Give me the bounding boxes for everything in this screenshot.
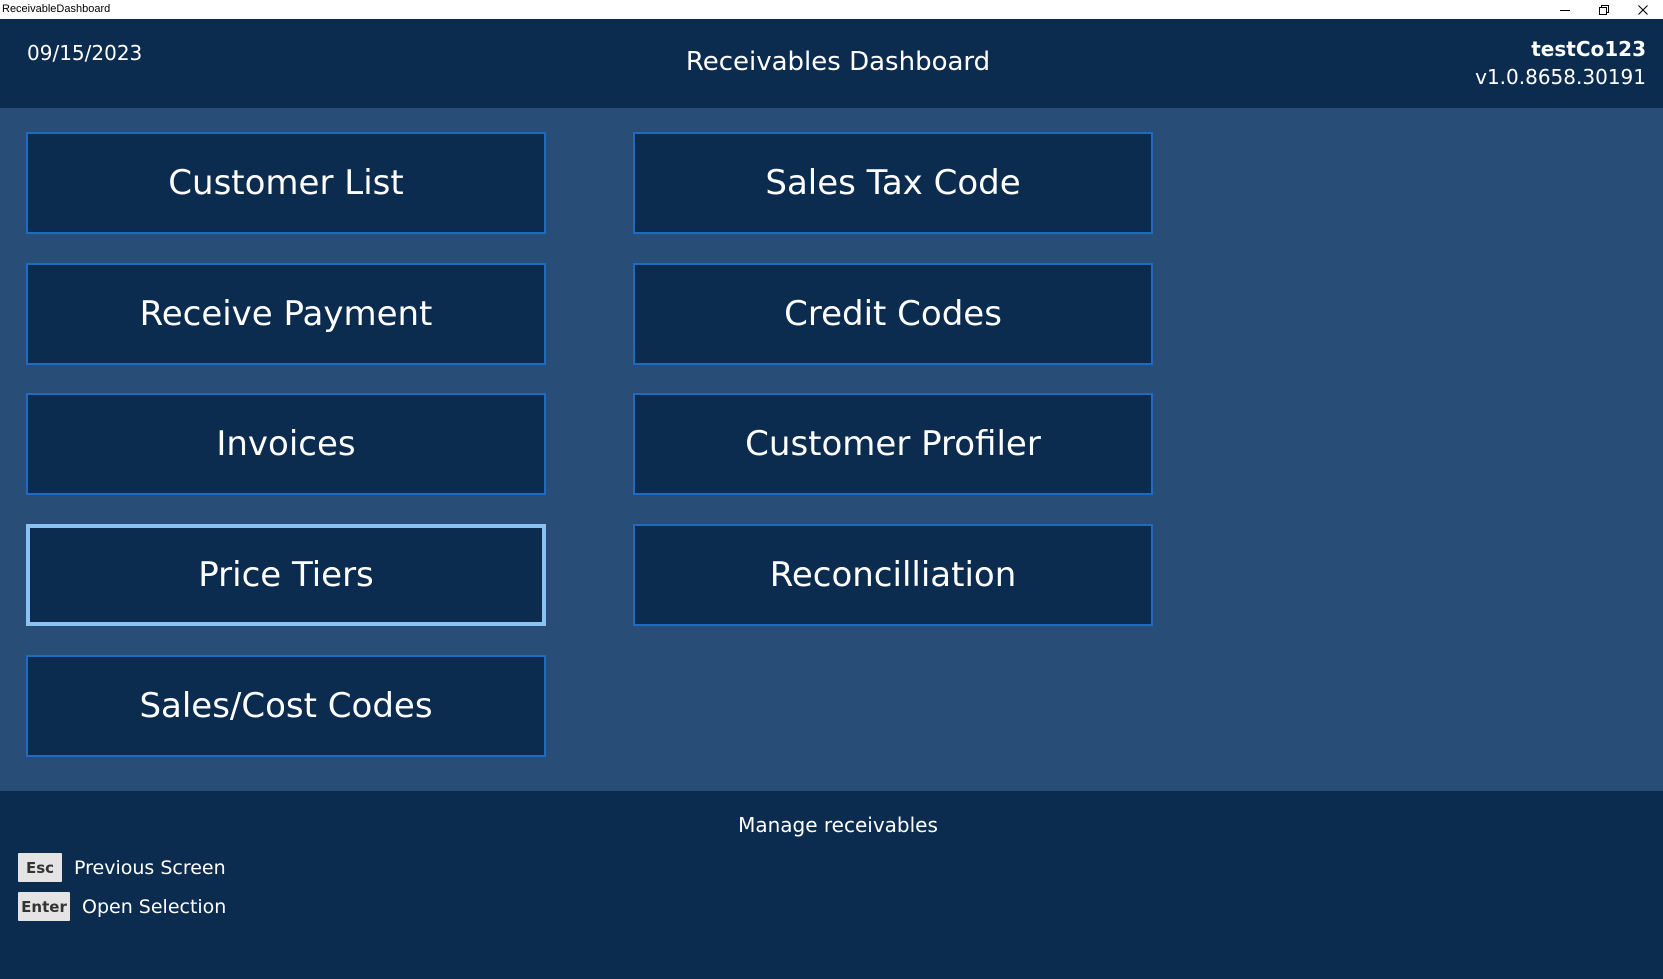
title-bar: ReceivableDashboard: [0, 0, 1663, 19]
app-window: ReceivableDashboard 09/15/2023 Receivabl…: [0, 0, 1663, 979]
invoices-button[interactable]: Invoices: [26, 393, 546, 495]
close-button[interactable]: [1624, 0, 1662, 19]
restore-button[interactable]: [1585, 0, 1623, 19]
minimize-button[interactable]: [1546, 0, 1584, 19]
page-title: Receivables Dashboard: [685, 47, 991, 77]
close-icon: [1638, 4, 1648, 15]
company-name: testCo123: [1531, 37, 1646, 61]
enter-key-badge: Enter: [18, 892, 70, 921]
credit-codes-button[interactable]: Credit Codes: [633, 263, 1153, 365]
esc-key-badge: Esc: [18, 853, 62, 882]
customer-profiler-button[interactable]: Customer Profiler: [633, 393, 1153, 495]
shortcut-previous-screen[interactable]: Esc Previous Screen: [18, 853, 226, 882]
footer: Manage receivables Esc Previous Screen E…: [0, 791, 1663, 979]
app-version: v1.0.8658.30191: [1475, 65, 1646, 89]
header: 09/15/2023 Receivables Dashboard testCo1…: [0, 19, 1663, 108]
customer-list-button[interactable]: Customer List: [26, 132, 546, 234]
restore-icon: [1599, 4, 1609, 15]
reconcilliation-button[interactable]: Reconcilliation: [633, 524, 1153, 626]
receive-payment-button[interactable]: Receive Payment: [26, 263, 546, 365]
price-tiers-button[interactable]: Price Tiers: [26, 524, 546, 626]
minimize-icon: [1560, 9, 1570, 11]
status-hint: Manage receivables: [738, 813, 938, 837]
window-title: ReceivableDashboard: [2, 3, 111, 15]
sales-tax-code-button[interactable]: Sales Tax Code: [633, 132, 1153, 234]
shortcut-label: Previous Screen: [74, 856, 226, 879]
shortcut-label: Open Selection: [82, 895, 227, 918]
menu-grid: Customer List Receive Payment Invoices P…: [0, 108, 1663, 791]
sales-cost-codes-button[interactable]: Sales/Cost Codes: [26, 655, 546, 757]
shortcut-open-selection[interactable]: Enter Open Selection: [18, 892, 226, 921]
